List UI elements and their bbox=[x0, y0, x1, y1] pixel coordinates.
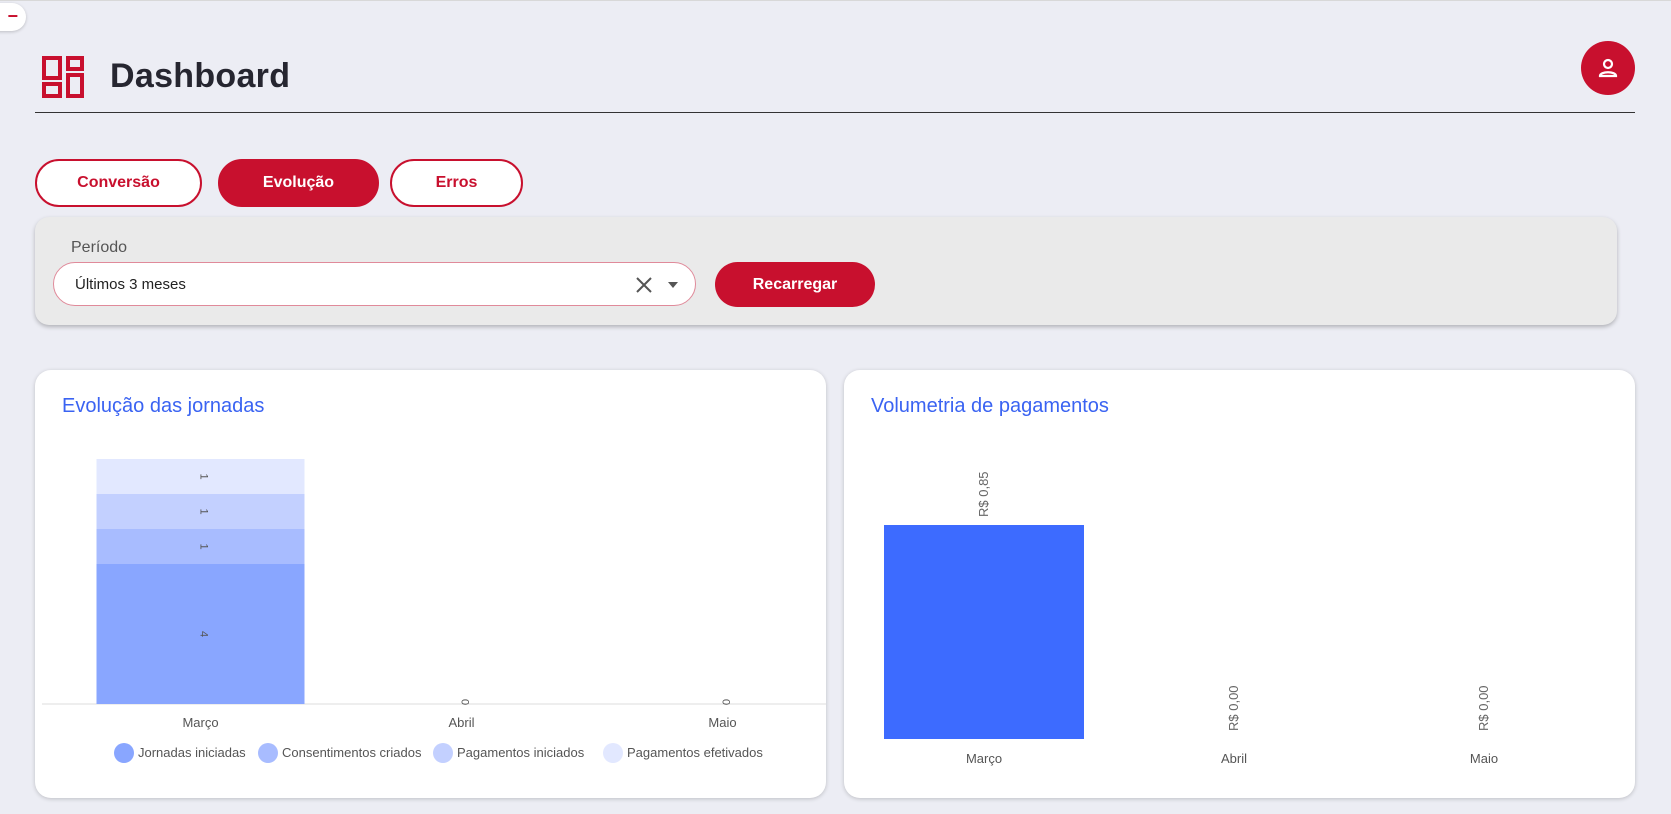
legend-label: Consentimentos criados bbox=[282, 745, 422, 760]
page-title: Dashboard bbox=[110, 57, 291, 95]
legend-label: Jornadas iniciadas bbox=[138, 745, 246, 760]
payments-chart-card: Volumetria de pagamentos R$ 0,85 Março R$ … bbox=[844, 370, 1635, 798]
collapse-icon[interactable]: − bbox=[0, 3, 26, 31]
journeys-chart-card: Evolução das jornadas 4 1 1 1 Março 0 Abril 0 Ma… bbox=[35, 370, 826, 798]
data-label: R$ 0,00 bbox=[1226, 685, 1241, 731]
legend-label: Pagamentos efetivados bbox=[627, 745, 763, 760]
tab-erros[interactable]: Erros bbox=[390, 159, 523, 207]
data-label: 1 bbox=[198, 508, 210, 514]
x-tick-label: Maio bbox=[708, 715, 736, 730]
chevron-down-icon[interactable] bbox=[666, 278, 680, 292]
x-tick-label: Março bbox=[182, 715, 218, 730]
data-label: 1 bbox=[198, 543, 210, 549]
user-avatar[interactable] bbox=[1581, 41, 1635, 95]
tab-evolucao[interactable]: Evolução bbox=[218, 159, 379, 207]
period-label: Período bbox=[71, 239, 128, 256]
data-label: 4 bbox=[198, 631, 210, 637]
data-label: 1 bbox=[198, 473, 210, 479]
filter-panel: Período Últimos 3 meses Recarregar bbox=[35, 217, 1617, 325]
x-tick-label: Abril bbox=[1221, 751, 1247, 766]
user-icon bbox=[1598, 58, 1618, 78]
clear-icon[interactable] bbox=[634, 275, 654, 295]
top-border bbox=[0, 0, 1671, 1]
period-select[interactable]: Últimos 3 meses bbox=[53, 262, 696, 306]
x-tick-label: Maio bbox=[1470, 751, 1498, 766]
bar bbox=[884, 525, 1084, 739]
payments-chart: R$ 0,85 Março R$ 0,00 Abril R$ 0,00 Maio bbox=[884, 471, 1498, 766]
x-tick-label: Março bbox=[966, 751, 1002, 766]
data-label: 0 bbox=[459, 699, 471, 705]
tab-conversao[interactable]: Conversão bbox=[35, 159, 202, 207]
legend-marker bbox=[114, 743, 134, 763]
data-label: R$ 0,85 bbox=[976, 471, 991, 517]
journeys-chart: 4 1 1 1 Março 0 Abril 0 Maio Jornadas iniciadas Co… bbox=[42, 459, 826, 763]
dashboard-icon bbox=[42, 56, 84, 98]
period-select-value: Últimos 3 meses bbox=[75, 276, 186, 293]
legend-marker bbox=[433, 743, 453, 763]
data-label: R$ 0,00 bbox=[1476, 685, 1491, 731]
legend-marker bbox=[258, 743, 278, 763]
data-label: 0 bbox=[720, 699, 732, 705]
page-header: Dashboard bbox=[35, 40, 1635, 113]
legend-marker bbox=[603, 743, 623, 763]
x-tick-label: Abril bbox=[448, 715, 474, 730]
legend-label: Pagamentos iniciados bbox=[457, 745, 585, 760]
reload-button[interactable]: Recarregar bbox=[715, 262, 875, 307]
